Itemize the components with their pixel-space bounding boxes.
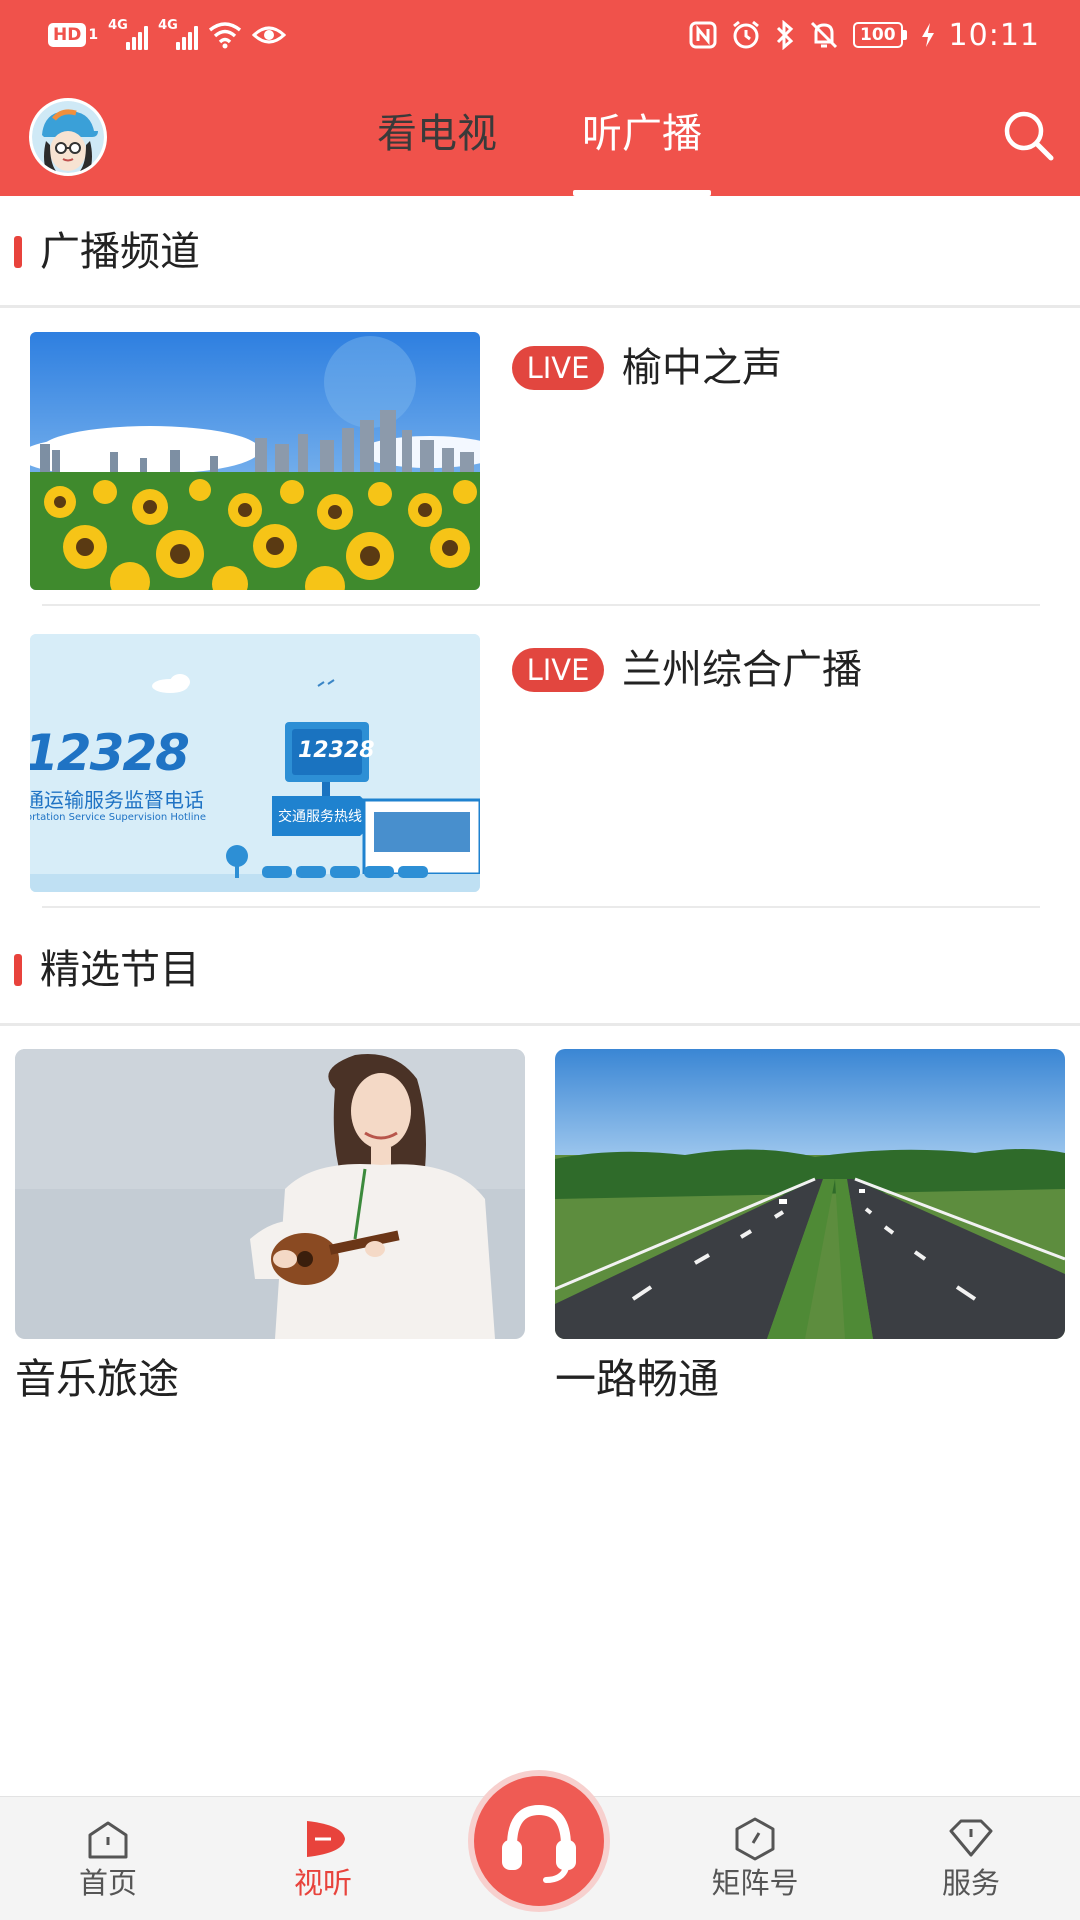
wifi-icon xyxy=(209,22,242,49)
divider xyxy=(42,604,1040,606)
program-card[interactable]: 一路畅通 xyxy=(555,1049,1065,1409)
tab-watch-tv[interactable]: 看电视 xyxy=(362,98,512,170)
center-audio-button[interactable] xyxy=(474,1776,604,1906)
section-title: 精选节目 xyxy=(40,947,200,993)
divider xyxy=(42,906,1040,908)
section-marker xyxy=(14,236,22,268)
status-left: HD 1 4G 4G xyxy=(48,14,287,56)
nav-label: 首页 xyxy=(78,1866,137,1900)
battery-level: 100 xyxy=(853,22,903,48)
service-icon xyxy=(949,1819,993,1857)
program-title: 一路畅通 xyxy=(555,1355,719,1403)
section-title: 广播频道 xyxy=(40,229,200,275)
avatar[interactable] xyxy=(29,98,107,176)
live-badge: LIVE xyxy=(512,648,604,692)
nav-label: 矩阵号 xyxy=(711,1866,799,1900)
matrix-icon xyxy=(735,1817,775,1861)
network-gen-label: 4G xyxy=(158,18,178,33)
nfc-icon xyxy=(689,21,717,49)
status-bar: HD 1 4G 4G 100 10:11 xyxy=(0,0,1080,70)
status-right: 100 10:11 xyxy=(689,14,1040,56)
avatar-icon xyxy=(32,101,104,173)
network-gen-label: 4G xyxy=(108,18,128,33)
home-icon xyxy=(88,1821,128,1859)
sunflower-city-image xyxy=(30,332,480,590)
hd-icon: HD xyxy=(48,23,87,47)
search-icon xyxy=(1004,111,1054,161)
mute-icon xyxy=(810,21,838,49)
woman-ukulele-image xyxy=(15,1049,525,1339)
nav-label: 服务 xyxy=(941,1866,1000,1900)
arrow-sign-text: 交通服务热线 xyxy=(278,809,362,825)
bluetooth-icon xyxy=(776,20,794,50)
section-header-channels: 广播频道 xyxy=(0,196,1080,308)
nav-media[interactable]: 视听 xyxy=(258,1797,388,1920)
live-badge: LIVE xyxy=(512,346,604,390)
program-title: 音乐旅途 xyxy=(15,1355,179,1403)
eye-icon xyxy=(252,26,287,44)
channel-thumbnail: 12328 通运输服务监督电话 ortation Service Supervi… xyxy=(30,634,480,892)
divider xyxy=(0,1023,1080,1026)
status-time: 10:11 xyxy=(948,17,1040,53)
headphones-icon xyxy=(502,1804,576,1883)
highway-image xyxy=(555,1049,1065,1339)
channel-thumbnail xyxy=(30,332,480,590)
nav-service[interactable]: 服务 xyxy=(906,1797,1036,1920)
channel-name: 兰州综合广播 xyxy=(622,647,862,693)
program-image xyxy=(555,1049,1065,1339)
section-header-programs: 精选节目 xyxy=(0,914,1080,1026)
hotline-number: 12328 xyxy=(30,724,190,782)
signal-icon: 4G xyxy=(108,18,149,50)
hd-sub-label: 1 xyxy=(88,27,99,43)
nav-matrix[interactable]: 矩阵号 xyxy=(690,1797,820,1920)
nav-label: 视听 xyxy=(293,1866,352,1900)
alarm-icon xyxy=(733,20,759,49)
signal-icon: 4G xyxy=(158,18,199,50)
charging-icon xyxy=(921,23,934,47)
hotline-caption: 通运输服务监督电话 xyxy=(30,788,204,812)
nav-home[interactable]: 首页 xyxy=(43,1797,173,1920)
hotline-caption-en: ortation Service Supervision Hotline xyxy=(30,812,206,823)
top-bar: 看电视 听广播 xyxy=(0,70,1080,196)
divider xyxy=(0,305,1080,308)
app-header: HD 1 4G 4G 100 10:11 看电视 听广播 xyxy=(0,0,1080,196)
channel-item[interactable]: LIVE 榆中之声 xyxy=(0,318,1080,606)
tab-listen-radio[interactable]: 听广播 xyxy=(573,98,711,170)
program-card[interactable]: 音乐旅途 xyxy=(15,1049,525,1409)
search-button[interactable] xyxy=(999,106,1059,166)
channel-name: 榆中之声 xyxy=(622,345,782,391)
section-marker xyxy=(14,954,22,986)
sign-text: 12328 xyxy=(298,738,375,763)
play-icon xyxy=(307,1821,345,1857)
program-image xyxy=(15,1049,525,1339)
channel-item[interactable]: 12328 通运输服务监督电话 ortation Service Supervi… xyxy=(0,620,1080,908)
battery-icon: 100 xyxy=(853,22,907,48)
